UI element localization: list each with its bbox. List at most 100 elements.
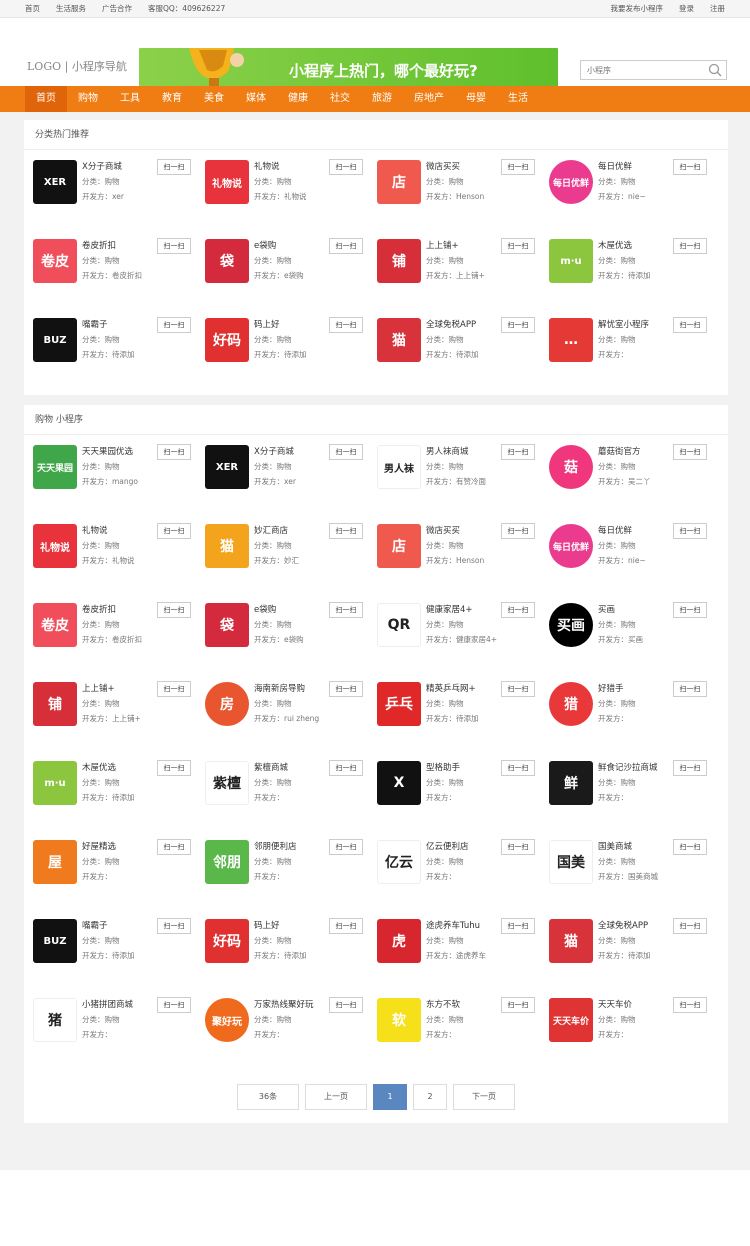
app-name[interactable]: 礼物说 [254,160,280,172]
app-card[interactable]: 紫檀 紫檀商城 分类：购物 开发方： 扫一扫 [196,752,368,812]
app-name[interactable]: 小猪拼团商城 [82,998,133,1010]
top-link[interactable]: 注册 [710,3,725,14]
app-card[interactable]: XER X分子商城 分类：购物 开发方：xer 扫一扫 [24,151,196,211]
app-name[interactable]: 东方不软 [426,998,460,1010]
scan-button[interactable]: 扫一扫 [673,839,707,855]
app-name[interactable]: 蘑菇街官方 [598,445,641,457]
app-icon[interactable]: 卷皮 [33,603,77,647]
scan-button[interactable]: 扫一扫 [501,681,535,697]
app-icon[interactable]: 男人袜 [377,445,421,489]
scan-button[interactable]: 扫一扫 [329,918,363,934]
site-logo[interactable]: LOGO | 小程序导航 [27,58,127,74]
scan-button[interactable]: 扫一扫 [673,602,707,618]
app-name[interactable]: 健康家居4+ [426,603,473,615]
app-card[interactable]: 猪小猪拼团商城 分类：购物 开发方： 扫一扫 [24,989,196,1049]
scan-button[interactable]: 扫一扫 [157,444,191,460]
app-name[interactable]: X分子商城 [82,160,122,172]
nav-item[interactable]: 媒体 [235,86,277,112]
app-card[interactable]: … 解忧室小程序 分类：购物 开发方： 扫一扫 [540,309,712,369]
app-icon[interactable]: 菇 [549,445,593,489]
app-icon[interactable]: 好码 [205,318,249,362]
app-name[interactable]: 天天果园优选 [82,445,133,457]
scan-button[interactable]: 扫一扫 [157,159,191,175]
app-name[interactable]: 嘴霸子 [82,318,108,330]
app-name[interactable]: 国美商城 [598,840,632,852]
top-link[interactable]: 我要发布小程序 [611,3,664,14]
app-card[interactable]: QR 健康家居4+ 分类：购物 开发方：健康家居4+ 扫一扫 [368,594,540,654]
app-card[interactable]: 袋 e袋购 分类：购物 开发方：e袋购 扫一扫 [196,594,368,654]
app-card[interactable]: 每日优鲜 每日优鲜 分类：购物 开发方：nie~ 扫一扫 [540,515,712,575]
app-icon[interactable]: 袋 [205,603,249,647]
nav-item[interactable]: 首页 [25,86,67,112]
search-input[interactable] [581,61,701,79]
scan-button[interactable]: 扫一扫 [673,918,707,934]
app-card[interactable]: BUZ 嘴霸子 分类：购物 开发方：待添加 扫一扫 [24,910,196,970]
app-name[interactable]: 每日优鲜 [598,160,632,172]
app-name[interactable]: 上上铺+ [82,682,115,694]
app-card[interactable]: 邻朋 邻朋便利店 分类：购物 开发方： 扫一扫 [196,831,368,891]
scan-button[interactable]: 扫一扫 [329,760,363,776]
app-icon[interactable]: 乒乓 [377,682,421,726]
app-card[interactable]: 乒乓 精英乒乓网+ 分类：购物 开发方：待添加 扫一扫 [368,673,540,733]
app-name[interactable]: 全球免税APP [598,919,648,931]
app-card[interactable]: m·u 木屋优选 分类：购物 开发方：待添加 扫一扫 [540,230,712,290]
app-icon[interactable]: 天天果园 [33,445,77,489]
scan-button[interactable]: 扫一扫 [329,444,363,460]
app-name[interactable]: 上上铺+ [426,239,459,251]
app-name[interactable]: 亿云便利店 [426,840,469,852]
app-icon[interactable]: QR [377,603,421,647]
app-name[interactable]: 妙汇商店 [254,524,288,536]
scan-button[interactable]: 扫一扫 [501,523,535,539]
app-card[interactable]: 虎途虎养车Tuhu 分类：购物 开发方：途虎养车 扫一扫 [368,910,540,970]
prev-page-button[interactable]: 上一页 [305,1084,367,1110]
app-icon[interactable]: 天天车价 [549,998,593,1042]
top-link[interactable]: 生活服务 [56,3,86,14]
app-card[interactable]: 亿云 亿云便利店 分类：购物 开发方： 扫一扫 [368,831,540,891]
app-name[interactable]: 紫檀商城 [254,761,288,773]
page-button-1[interactable]: 1 [373,1084,407,1110]
top-link[interactable]: 客服QQ：409626227 [148,3,225,14]
app-icon[interactable]: 卷皮 [33,239,77,283]
scan-button[interactable]: 扫一扫 [157,839,191,855]
app-name[interactable]: 木屋优选 [598,239,632,251]
scan-button[interactable]: 扫一扫 [157,918,191,934]
app-card[interactable]: 天天果园 天天果园优选 分类：购物 开发方：mango 扫一扫 [24,436,196,496]
app-name[interactable]: 卷皮折扣 [82,239,116,251]
scan-button[interactable]: 扫一扫 [157,997,191,1013]
scan-button[interactable]: 扫一扫 [157,238,191,254]
app-card[interactable]: X 型格助手 分类：购物 开发方： 扫一扫 [368,752,540,812]
scan-button[interactable]: 扫一扫 [157,523,191,539]
nav-item[interactable]: 房地产 [403,86,455,112]
scan-button[interactable]: 扫一扫 [329,523,363,539]
app-card[interactable]: 男人袜 男人袜商城 分类：购物 开发方：有赞冷面 扫一扫 [368,436,540,496]
scan-button[interactable]: 扫一扫 [673,238,707,254]
app-name[interactable]: 全球免税APP [426,318,476,330]
scan-button[interactable]: 扫一扫 [501,444,535,460]
app-icon[interactable]: BUZ [33,318,77,362]
promo-banner[interactable]: 小程序上热门，哪个最好玩? [139,48,558,89]
top-link[interactable]: 首页 [25,3,40,14]
scan-button[interactable]: 扫一扫 [673,523,707,539]
app-icon[interactable]: XER [205,445,249,489]
app-card[interactable]: 房海南新房导购 分类：购物 开发方：rui zheng 扫一扫 [196,673,368,733]
app-card[interactable]: 每日优鲜 每日优鲜 分类：购物 开发方：nie~ 扫一扫 [540,151,712,211]
app-name[interactable]: 天天车价 [598,998,632,1010]
scan-button[interactable]: 扫一扫 [673,681,707,697]
scan-button[interactable]: 扫一扫 [501,997,535,1013]
app-card[interactable]: 软东方不软 分类：购物 开发方： 扫一扫 [368,989,540,1049]
app-card[interactable]: XER X分子商城 分类：购物 开发方：xer 扫一扫 [196,436,368,496]
nav-item[interactable]: 健康 [277,86,319,112]
app-card[interactable]: 好码 码上好 分类：购物 开发方：待添加 扫一扫 [196,309,368,369]
app-card[interactable]: 猫妙汇商店 分类：购物 开发方：妙汇 扫一扫 [196,515,368,575]
app-card[interactable]: 猫全球免税APP 分类：购物 开发方：待添加 扫一扫 [368,309,540,369]
app-icon[interactable]: 买画 [549,603,593,647]
app-name[interactable]: 万家热线聚好玩 [254,998,314,1010]
search-icon[interactable] [708,63,722,77]
app-card[interactable]: 买画 买画 分类：购物 开发方：买画 扫一扫 [540,594,712,654]
app-icon[interactable]: 软 [377,998,421,1042]
nav-item[interactable]: 母婴 [455,86,497,112]
app-name[interactable]: e袋购 [254,603,276,615]
page-button-2[interactable]: 2 [413,1084,447,1110]
app-name[interactable]: 男人袜商城 [426,445,469,457]
scan-button[interactable]: 扫一扫 [673,159,707,175]
